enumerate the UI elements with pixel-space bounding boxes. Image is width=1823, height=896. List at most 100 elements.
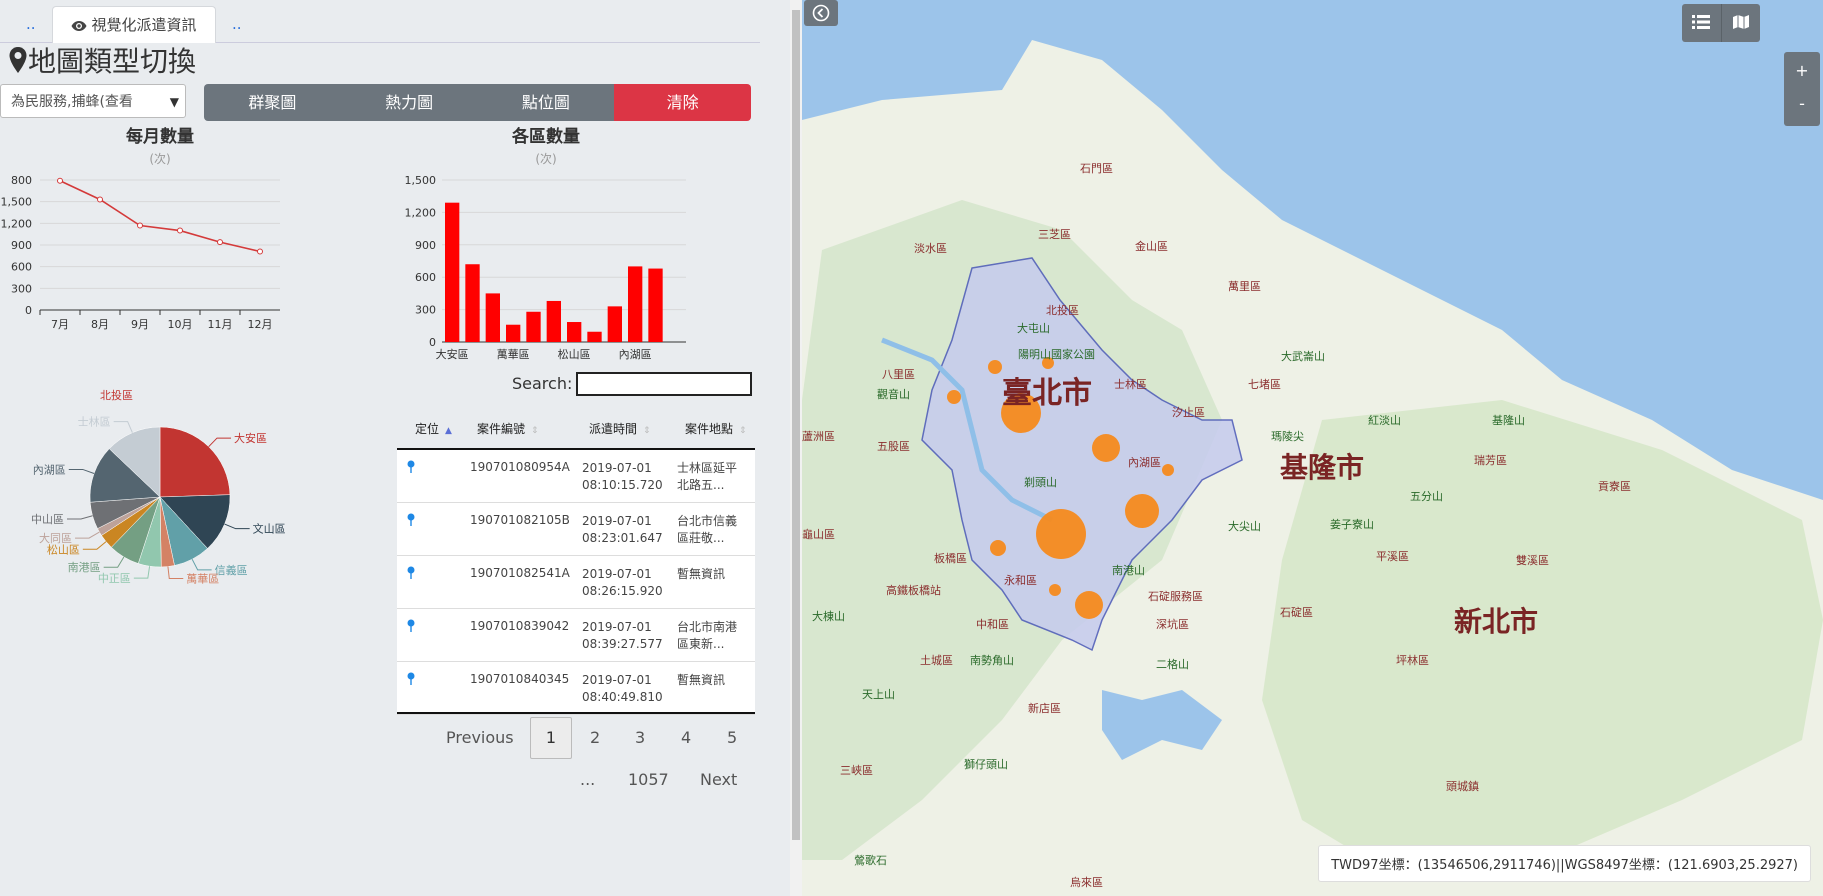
- case-location: 士林區延平 北路五...: [677, 461, 738, 492]
- x-tick-label: 9月: [131, 318, 149, 331]
- tab-next[interactable]: ..: [232, 6, 242, 42]
- case-location: 台北市信義 區莊敬...: [677, 514, 738, 545]
- category-select[interactable]: 為民服務,捕蜂(查看 ▼: [0, 84, 186, 118]
- header-case-number[interactable]: 案件編號 ⇕: [477, 420, 539, 437]
- map-place-label: 中和區: [976, 618, 1009, 631]
- map-place-label: 觀音山: [877, 388, 910, 401]
- map-place-label: 頭城鎮: [1446, 780, 1479, 793]
- last-page-button[interactable]: 1057: [628, 770, 669, 789]
- map-place-label: 七堵區: [1248, 378, 1281, 391]
- next-page-button[interactable]: Next: [700, 770, 737, 789]
- pie-leader-line: [167, 566, 184, 579]
- heat-map-button[interactable]: 熱力圖: [340, 84, 478, 121]
- page-4-button[interactable]: 4: [681, 728, 691, 747]
- collapse-panel-button[interactable]: [804, 0, 838, 26]
- data-point: [217, 239, 223, 246]
- map-pin-icon[interactable]: [407, 672, 415, 689]
- clear-button[interactable]: 清除: [614, 84, 751, 121]
- table-row[interactable]: 1907010839042 2019-07-01 08:39:27.577 台北市…: [397, 609, 755, 662]
- cluster-map-button[interactable]: 群聚圖: [204, 84, 341, 121]
- left-panel: .. 視覺化派遣資訊 .. 地圖類型切換 為民服務,捕蜂(查看 ▼ 群聚圖 熱力…: [0, 0, 790, 896]
- table-row[interactable]: 190701082105B 2019-07-01 08:23:01.647 台北市…: [397, 503, 755, 556]
- search-input[interactable]: [576, 372, 752, 396]
- y-tick-label: 800: [11, 174, 32, 187]
- table-row[interactable]: 1907010840345 2019-07-01 08:40:49.810 暫無資…: [397, 662, 755, 715]
- case-location: 暫無資訊: [677, 567, 726, 581]
- map-place-label: 大棟山: [812, 610, 845, 623]
- bar: [506, 324, 521, 342]
- map-place-label: 瑪陵尖: [1271, 430, 1304, 443]
- map-place-label: 二格山: [1156, 658, 1189, 671]
- map-pin-icon[interactable]: [407, 566, 415, 583]
- y-tick-label: 1,200: [1, 217, 33, 230]
- map-place-label: 永和區: [1004, 574, 1037, 587]
- zoom-out-button[interactable]: -: [1784, 89, 1820, 126]
- y-tick-label: 1,500: [405, 174, 437, 187]
- header-locate[interactable]: 定位 ▲: [415, 420, 452, 437]
- cluster-marker: [947, 390, 961, 404]
- page-2-button[interactable]: 2: [590, 728, 600, 747]
- monthly-line-chart: 0 300 600 900 1,200 1,500 800 7月 8月 9月 10月 11月 12月: [1, 174, 280, 331]
- bar: [628, 266, 643, 342]
- map-place-label: 南港山: [1112, 564, 1145, 577]
- pie-leader-line: [68, 468, 95, 474]
- page-3-button[interactable]: 3: [635, 728, 645, 747]
- case-location: 台北市南港 區東新...: [677, 620, 738, 651]
- layer-list-button[interactable]: [1682, 4, 1722, 42]
- list-icon: [1692, 15, 1711, 29]
- case-number: 190701082541A: [470, 566, 570, 580]
- map-place-label: 鶯歌石: [854, 854, 887, 867]
- map-place-label: 大武崙山: [1281, 350, 1325, 363]
- bar: [567, 322, 582, 342]
- map-place-label: 內湖區: [1128, 456, 1161, 469]
- case-location: 暫無資訊: [677, 673, 726, 687]
- zoom-in-button[interactable]: +: [1784, 52, 1820, 89]
- x-tick-label: 內湖區: [619, 348, 652, 361]
- header-dispatch-time[interactable]: 派遣時間 ⇕: [589, 420, 651, 437]
- table-row[interactable]: 190701082541A 2019-07-01 08:26:15.920 暫無資…: [397, 556, 755, 609]
- x-tick-label: 萬華區: [497, 348, 530, 361]
- basemap-button[interactable]: [1722, 4, 1761, 42]
- map-view[interactable]: 臺北市 基隆市 新北市 石門區 三芝區 金山區 淡水區 萬里區 北投區 大屯山 …: [802, 0, 1823, 896]
- table-row[interactable]: 190701080954A 2019-07-01 08:10:15.720 士林區…: [397, 450, 755, 503]
- map-pin-icon[interactable]: [407, 619, 415, 636]
- point-map-button[interactable]: 點位圖: [477, 84, 615, 121]
- page-1-button[interactable]: 1: [530, 717, 572, 759]
- map-place-label: 五分山: [1410, 490, 1443, 503]
- page-5-button[interactable]: 5: [727, 728, 737, 747]
- map-place-label: 雙溪區: [1516, 554, 1549, 567]
- map-place-label: 龜山區: [802, 528, 835, 541]
- scrollbar-thumb[interactable]: [792, 10, 800, 840]
- data-point: [57, 177, 63, 184]
- search-label: Search:: [512, 374, 573, 393]
- dispatch-time: 2019-07-01 08:26:15.920: [582, 567, 663, 598]
- cluster-marker: [988, 360, 1002, 374]
- y-tick-label: 900: [11, 239, 32, 252]
- map-place-label: 獅仔頭山: [964, 758, 1008, 771]
- cluster-marker: [1075, 591, 1103, 619]
- case-number: 190701080954A: [470, 460, 570, 474]
- map-place-label: 土城區: [920, 654, 953, 667]
- dispatch-time: 2019-07-01 08:39:27.577: [582, 620, 663, 651]
- map-place-label: 蘆洲區: [802, 430, 835, 443]
- tab-previous[interactable]: ..: [26, 6, 36, 42]
- page-title: 地圖類型切換: [8, 42, 196, 82]
- tab-dispatch-visualization[interactable]: 視覺化派遣資訊: [52, 6, 216, 43]
- header-case-location[interactable]: 案件地點 ⇕: [685, 420, 747, 437]
- pie-label: 大同區: [39, 531, 72, 545]
- map-place-label: 瑞芳區: [1474, 454, 1507, 467]
- cluster-marker: [1036, 509, 1086, 559]
- pie-label: 大安區: [234, 431, 267, 445]
- sort-icon: ⇕: [643, 426, 651, 436]
- map-pin-icon[interactable]: [407, 460, 415, 477]
- map-place-label: 淡水區: [914, 242, 947, 255]
- map-type-button-group: 群聚圖 熱力圖 點位圖 清除: [204, 84, 751, 121]
- y-tick-label: 300: [415, 304, 436, 317]
- table-bottom-border: [397, 712, 755, 714]
- table-header: 定位 ▲ 案件編號 ⇕ 派遣時間 ⇕ 案件地點 ⇕: [397, 406, 755, 450]
- map-pin-icon[interactable]: [407, 513, 415, 530]
- previous-page-button[interactable]: Previous: [446, 728, 514, 747]
- map-marker-icon: [8, 45, 28, 78]
- left-panel-scrollbar[interactable]: [790, 0, 802, 896]
- case-number: 1907010840345: [470, 672, 570, 686]
